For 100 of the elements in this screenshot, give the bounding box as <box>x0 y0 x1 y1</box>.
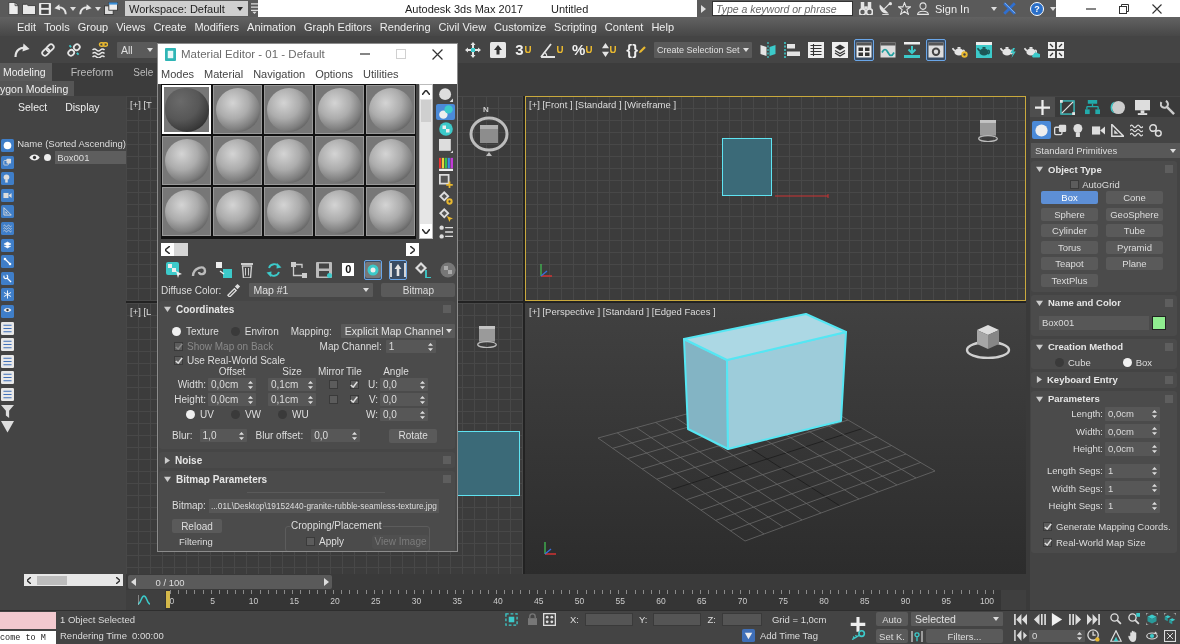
key-filters-button[interactable]: Filters... <box>926 629 1003 643</box>
wrench-icon[interactable] <box>1 271 15 285</box>
spinner-field[interactable]: 0,1cm <box>268 393 316 406</box>
menu-item[interactable]: Animation <box>247 20 296 33</box>
named-selection-dropdown[interactable]: Create Selection Set <box>654 41 752 58</box>
mapping-dropdown[interactable]: Explicit Map Channel <box>340 324 455 338</box>
spinner-field[interactable]: 1 <box>385 340 436 353</box>
waves-icon[interactable] <box>1 221 15 235</box>
cube-ring-icon[interactable] <box>978 120 998 142</box>
checkbox[interactable] <box>349 395 359 404</box>
eyedropper-icon[interactable] <box>227 283 242 297</box>
cubes-frame-icon[interactable] <box>1164 613 1176 626</box>
menu-item[interactable]: Utilities <box>363 68 399 80</box>
script-input-field[interactable] <box>0 612 56 629</box>
toolbar-button[interactable]: {} <box>624 38 649 61</box>
caret-down-icon[interactable] <box>70 6 76 11</box>
add-time-tag-button[interactable]: Add Time Tag <box>760 630 818 642</box>
set-key-button[interactable]: Set K. <box>876 629 908 643</box>
shapes-icon[interactable] <box>1 155 15 169</box>
explorer-menu[interactable]: Display <box>65 100 100 113</box>
bulb-icon[interactable] <box>1 172 15 186</box>
rotate-button[interactable]: Rotate <box>389 428 438 443</box>
category-button[interactable] <box>1108 121 1127 139</box>
radio-button[interactable] <box>1122 357 1132 367</box>
user-icon[interactable] <box>917 2 929 15</box>
tool-button[interactable] <box>436 207 455 223</box>
ribbon-tab[interactable]: Modeling <box>0 63 52 81</box>
tool-button[interactable] <box>436 121 455 137</box>
primitive-button[interactable]: Tube <box>1106 224 1163 237</box>
eye-icon[interactable] <box>29 153 41 161</box>
list-icon[interactable] <box>1 387 15 401</box>
close-icon[interactable] <box>432 48 443 60</box>
workspace-dropdown[interactable]: Workspace: Default <box>125 1 248 16</box>
magnifier-icon[interactable] <box>1110 613 1122 626</box>
primitive-button[interactable]: Cone <box>1106 191 1163 204</box>
key-bars-icon[interactable] <box>911 629 923 643</box>
primitive-button[interactable]: Pyramid <box>1106 240 1163 254</box>
primitive-button[interactable]: Plane <box>1106 257 1163 270</box>
toolbar-button[interactable] <box>388 259 408 280</box>
time-slider[interactable]: 0 / 100 <box>126 574 1026 590</box>
category-button[interactable] <box>1146 121 1165 139</box>
menu-item[interactable]: Rendering <box>379 20 431 33</box>
auto-key-button[interactable]: Auto <box>876 612 908 626</box>
rollout-header[interactable]: Creation Method <box>1031 338 1177 355</box>
menu-item[interactable]: Modifiers <box>194 20 240 33</box>
triangle-view-icon[interactable] <box>1110 629 1122 642</box>
viewport-label[interactable]: [+] [L <box>130 306 152 317</box>
horizontal-scrollbar[interactable] <box>24 574 123 586</box>
restore-icon[interactable] <box>1119 3 1129 14</box>
menu-item[interactable]: Graph Editors <box>303 20 372 33</box>
expand-icon[interactable] <box>1164 629 1176 642</box>
funnel-icon[interactable] <box>1 404 15 418</box>
menu-item[interactable]: Modes <box>161 68 195 80</box>
color-swatch[interactable] <box>1152 315 1166 330</box>
checkbox[interactable] <box>1043 538 1052 547</box>
layers-icon[interactable] <box>1 238 15 252</box>
viewport[interactable]: [+] [Perspective ] [Standard ] [Edged Faces ] <box>525 303 1026 574</box>
primitive-type-dropdown[interactable]: Standard Primitives <box>1031 143 1180 158</box>
tool-button[interactable] <box>436 172 455 189</box>
timeline-ruler[interactable]: 0 5 10 15 20 25 30 35 40 45 50 55 60 65 70 75 80 85 90 95 100 <box>165 590 1001 610</box>
snowflake-icon[interactable] <box>1 288 15 302</box>
sign-in-button[interactable]: Sign In <box>935 2 970 15</box>
menu-item[interactable]: Civil View <box>438 20 487 33</box>
menu-item[interactable]: Edit <box>17 20 36 33</box>
cube-ring-icon[interactable] <box>477 326 497 348</box>
primitive-button[interactable]: Cylinder <box>1041 224 1098 237</box>
caret-right-icon[interactable] <box>701 4 706 13</box>
rollout-header[interactable]: Bitmap Parameters <box>159 471 455 487</box>
list-icon[interactable] <box>1 321 15 335</box>
spinner-field[interactable]: 0,1cm <box>268 378 316 391</box>
primitive-button[interactable]: Torus <box>1041 240 1098 254</box>
menu-item[interactable]: Options <box>315 68 354 80</box>
satellite-dish-icon[interactable] <box>879 2 892 15</box>
vertical-scrollbar[interactable] <box>419 84 433 239</box>
spinner-field[interactable]: 0,0cm <box>1105 441 1160 456</box>
primitive-button[interactable]: Teapot <box>1041 257 1098 270</box>
menu-item[interactable]: Help <box>651 20 674 33</box>
script-output-field[interactable]: come to M <box>0 631 56 644</box>
help-button[interactable]: ? <box>1030 1 1044 16</box>
checkbox[interactable] <box>306 537 315 546</box>
menu-item[interactable]: Scripting <box>554 20 597 33</box>
orbit-icon[interactable] <box>1146 629 1158 642</box>
spinner-field[interactable]: 1 <box>1105 498 1160 513</box>
checkbox[interactable] <box>1043 522 1052 531</box>
minimize-icon[interactable] <box>1085 7 1096 10</box>
radio-button[interactable] <box>172 326 181 336</box>
toolbar-button[interactable] <box>363 259 383 280</box>
x-mark-icon[interactable] <box>1002 2 1016 15</box>
spinner-field[interactable]: 0,0 <box>380 378 428 391</box>
spinner-field[interactable]: 0 <box>1029 629 1085 642</box>
bar-arrows-icon[interactable] <box>1014 630 1027 642</box>
play-icon[interactable] <box>1051 612 1063 626</box>
menu-icon[interactable] <box>251 3 258 14</box>
step-back-icon[interactable] <box>1032 613 1046 625</box>
spinner-field[interactable]: 0,0cm <box>1105 406 1160 421</box>
key-mode-dropdown[interactable]: Selected <box>911 612 1003 626</box>
viewport[interactable]: [+] [Front ] [Standard ] [Wireframe ] <box>525 96 1026 301</box>
toolbar-button[interactable] <box>925 38 946 61</box>
spinner-field[interactable]: 1 <box>1105 463 1160 478</box>
toolbar-button[interactable]: 3 <box>513 38 533 61</box>
